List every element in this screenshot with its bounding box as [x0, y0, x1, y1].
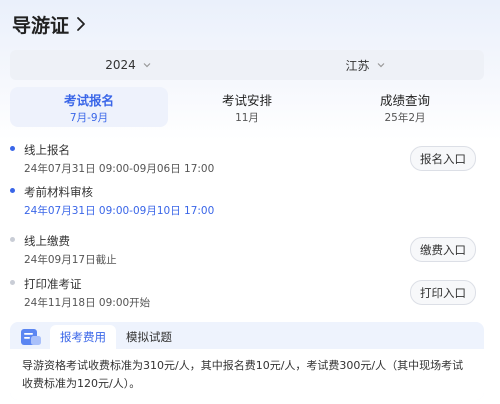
- step-online-registration: 线上报名 24年07月31日 09:00-09月06日 17:00 报名入口: [10, 136, 490, 178]
- tab-label: 成绩查询: [379, 92, 430, 108]
- tab-period: 7月-9月: [69, 111, 109, 124]
- step-title: 打印准考证: [24, 277, 82, 291]
- chevron-down-icon: [143, 63, 151, 68]
- document-icon: [21, 329, 41, 345]
- chevron-right-icon: [77, 17, 85, 31]
- year-select-value: 2024: [105, 58, 136, 72]
- tab-schedule[interactable]: 考试安排 11月: [168, 87, 326, 127]
- tab-period: 25年2月: [384, 111, 426, 124]
- step-material-review: 考前材料审核 24年07月31日 09:00-09月10日 17:00: [10, 178, 490, 220]
- step-time: 24年07月31日 09:00-09月10日 17:00: [24, 205, 215, 217]
- fee-card-header: 报考费用 模拟试题: [10, 322, 484, 349]
- tab-score-query[interactable]: 成绩查询 25年2月: [326, 87, 484, 127]
- payment-entry-button[interactable]: 缴费入口: [410, 237, 476, 262]
- province-select[interactable]: 江苏: [247, 50, 484, 80]
- step-time: 24年07月31日 09:00-09月06日 17:00: [24, 163, 215, 175]
- tab-exam-fee[interactable]: 报考费用: [50, 325, 116, 349]
- step-dot: [10, 188, 15, 193]
- print-entry-button[interactable]: 打印入口: [410, 280, 476, 305]
- step-dot: [10, 280, 15, 285]
- page-title-text: 导游证: [12, 14, 70, 37]
- step-online-payment: 线上缴费 24年09月17日截止 缴费入口: [10, 227, 490, 269]
- tab-period: 11月: [235, 111, 259, 124]
- tab-label: 考试安排: [221, 92, 272, 108]
- stage-tabs: 考试报名 7月-9月 考试安排 11月 成绩查询 25年2月: [10, 87, 484, 127]
- fee-card: 报考费用 模拟试题 导游资格考试收费标准为310元/人，其中报名费10元/人，考…: [10, 322, 484, 400]
- step-dot: [10, 237, 15, 242]
- chevron-down-icon: [377, 63, 384, 68]
- tab-mock-exam[interactable]: 模拟试题: [116, 325, 182, 349]
- year-select[interactable]: 2024: [10, 50, 247, 80]
- step-title: 线上报名: [24, 143, 70, 157]
- step-title: 线上缴费: [24, 234, 70, 248]
- registration-entry-button[interactable]: 报名入口: [410, 146, 476, 171]
- fee-description: 导游资格考试收费标准为310元/人，其中报名费10元/人，考试费300元/人（其…: [10, 349, 484, 400]
- tab-registration[interactable]: 考试报名 7月-9月: [10, 87, 168, 127]
- filter-bar: 2024 江苏: [10, 50, 484, 80]
- step-time: 24年11月18日 09:00开始: [24, 297, 151, 309]
- step-time: 24年09月17日截止: [24, 254, 117, 266]
- step-dot: [10, 146, 15, 151]
- page-title[interactable]: 导游证: [12, 12, 89, 37]
- step-print-admission: 打印准考证 24年11月18日 09:00开始 打印入口: [10, 270, 490, 312]
- tab-label: 考试报名: [63, 92, 114, 108]
- step-title: 考前材料审核: [24, 185, 93, 199]
- province-select-value: 江苏: [345, 58, 370, 73]
